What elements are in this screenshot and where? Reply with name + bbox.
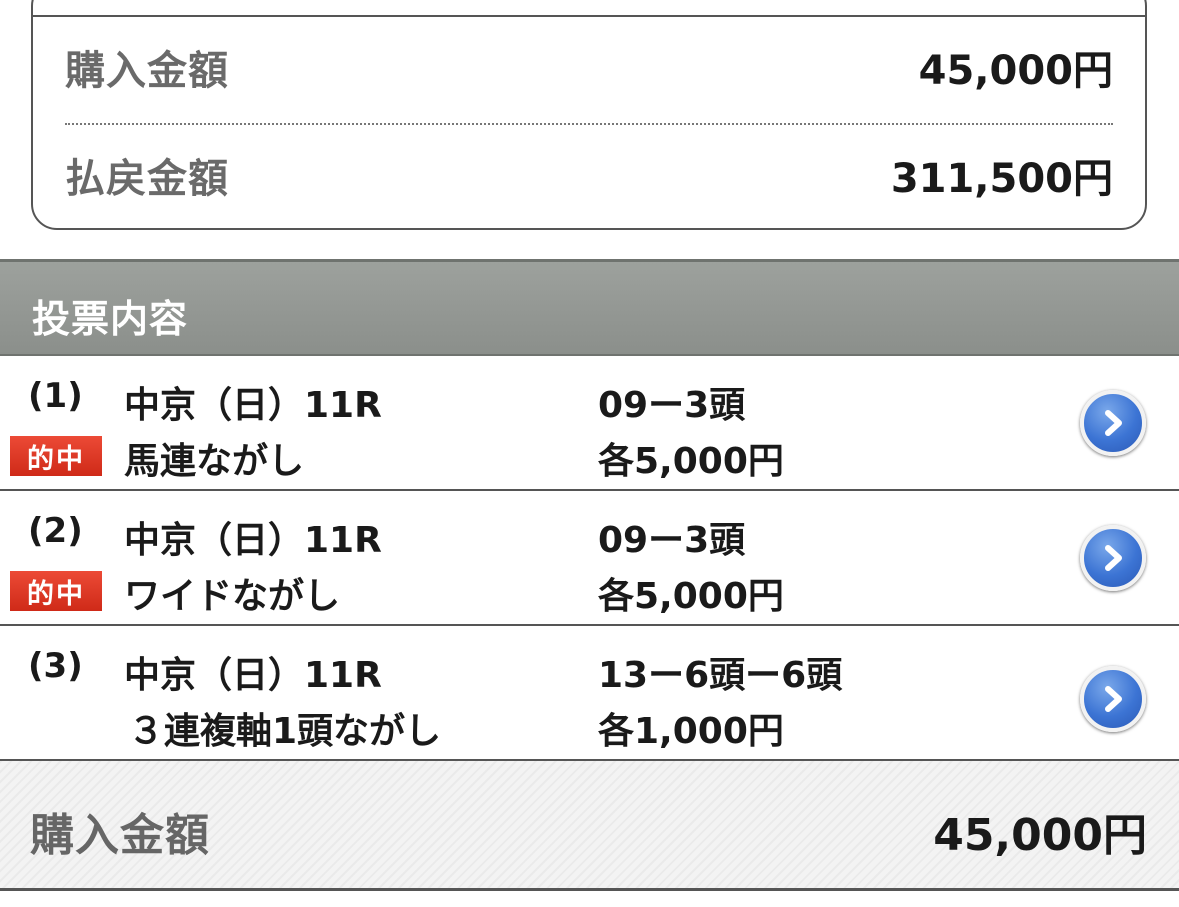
bet-race: 中京（日）11R bbox=[124, 520, 382, 561]
detail-arrow-button[interactable] bbox=[1080, 666, 1146, 732]
bet-number: (3) bbox=[28, 646, 83, 686]
bet-number: (1) bbox=[28, 376, 83, 416]
purchase-amount-row: 購入金額 45,000円 bbox=[65, 37, 1113, 97]
bet-combination: 09ー3頭 bbox=[598, 520, 746, 561]
bet-details-header: 投票内容 bbox=[0, 259, 1179, 356]
purchase-amount-value: 45,000円 bbox=[918, 48, 1113, 94]
total-purchase-bar: 購入金額 45,000円 bbox=[0, 761, 1179, 891]
bet-type: 馬連ながし bbox=[124, 441, 305, 482]
summary-divider bbox=[65, 123, 1113, 125]
bet-row[interactable]: (1) 的中 中京（日）11R 馬連ながし 09ー3頭 各5,000円 bbox=[0, 356, 1179, 491]
bet-type: ワイドながし bbox=[124, 576, 341, 617]
summary-top-divider bbox=[33, 15, 1145, 17]
bet-combination: 13ー6頭ー6頭 bbox=[598, 655, 843, 696]
bet-number: (2) bbox=[28, 511, 83, 551]
payout-amount-value: 311,500円 bbox=[890, 156, 1113, 202]
bet-amount: 各5,000円 bbox=[598, 576, 784, 617]
summary-box: 購入金額 45,000円 払戻金額 311,500円 bbox=[31, 0, 1147, 230]
payout-amount-label: 払戻金額 bbox=[65, 156, 229, 202]
detail-arrow-button[interactable] bbox=[1080, 525, 1146, 591]
bet-combination: 09ー3頭 bbox=[598, 385, 746, 426]
bet-amount: 各5,000円 bbox=[598, 441, 784, 482]
detail-arrow-button[interactable] bbox=[1080, 390, 1146, 456]
hit-badge: 的中 bbox=[10, 436, 102, 476]
hit-badge: 的中 bbox=[10, 571, 102, 611]
bet-amount: 各1,000円 bbox=[598, 711, 784, 752]
payout-amount-row: 払戻金額 311,500円 bbox=[65, 145, 1113, 205]
total-purchase-value: 45,000円 bbox=[933, 810, 1147, 861]
chevron-right-icon bbox=[1105, 686, 1122, 712]
purchase-amount-label: 購入金額 bbox=[65, 48, 229, 94]
bet-row[interactable]: (2) 的中 中京（日）11R ワイドながし 09ー3頭 各5,000円 bbox=[0, 491, 1179, 626]
bet-row[interactable]: (3) 中京（日）11R ３連複軸1頭ながし 13ー6頭ー6頭 各1,000円 bbox=[0, 626, 1179, 761]
bet-race: 中京（日）11R bbox=[124, 655, 382, 696]
chevron-right-icon bbox=[1105, 545, 1122, 571]
bet-type: ３連複軸1頭ながし bbox=[128, 711, 442, 752]
total-purchase-label: 購入金額 bbox=[30, 810, 210, 861]
bet-race: 中京（日）11R bbox=[124, 385, 382, 426]
section-title: 投票内容 bbox=[32, 297, 189, 341]
chevron-right-icon bbox=[1105, 410, 1122, 436]
